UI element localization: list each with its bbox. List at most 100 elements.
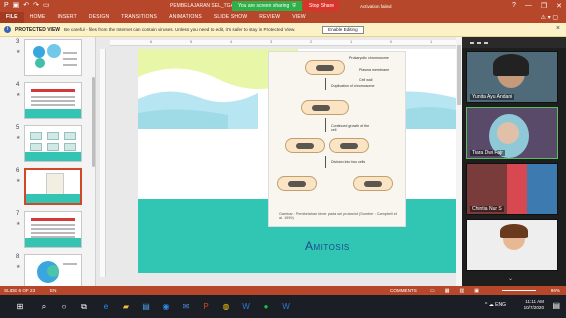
spotify-icon[interactable]: ●: [260, 301, 272, 312]
shield-icon: ⛨: [292, 3, 297, 9]
tab-transitions[interactable]: TRANSITIONS: [115, 12, 163, 23]
minimize-button[interactable]: —: [525, 2, 532, 10]
slide-title: Amitosis: [305, 239, 350, 253]
close-icon[interactable]: ×: [556, 25, 560, 32]
animation-star-icon: ★: [16, 49, 21, 55]
slide-edit-area: 654 321 01 Prokaryotic chromosome Plasma…: [96, 37, 462, 286]
redo-icon[interactable]: ↷: [33, 0, 39, 12]
slide-thumbnail-3[interactable]: 3 ★: [0, 37, 95, 79]
clock-date: 10/7/2020: [523, 305, 544, 310]
slide-number: 8: [16, 254, 20, 260]
label-duplication: Duplication of chromosome: [331, 84, 375, 88]
tab-design[interactable]: DESIGN: [83, 12, 115, 23]
animation-star-icon: ★: [16, 135, 21, 141]
protected-view-bar: i PROTECTED VIEW Be careful - files from…: [0, 23, 566, 37]
notification-icon[interactable]: ▤: [552, 301, 560, 310]
cortana-icon[interactable]: ○: [58, 301, 70, 312]
participant-name: Chintia Nur S: [470, 206, 504, 212]
layout-icon[interactable]: [470, 41, 474, 44]
close-button[interactable]: ✕: [556, 2, 562, 10]
activation-status: Activation failed: [360, 3, 392, 9]
ribbon-tabs: FILE HOME INSERT DESIGN TRANSITIONS ANIM…: [0, 12, 566, 23]
slide-thumbnail-image: [24, 39, 82, 76]
tab-insert[interactable]: INSERT: [51, 12, 82, 23]
restore-button[interactable]: ❐: [541, 2, 547, 10]
help-icon[interactable]: ?: [512, 2, 516, 10]
participant-name: Yunita Ayu Andani: [470, 94, 515, 100]
tab-animations[interactable]: ANIMATIONS: [163, 12, 208, 23]
task-view-icon[interactable]: ⧉: [78, 301, 90, 312]
thumbnails-scrollbar[interactable]: [92, 77, 95, 167]
chrome-icon[interactable]: ◍: [220, 301, 232, 312]
zoom-slider[interactable]: [502, 290, 536, 291]
chevron-down-icon[interactable]: ⌄: [508, 275, 513, 282]
tab-file[interactable]: FILE: [0, 12, 24, 23]
layout-icon[interactable]: [484, 41, 488, 44]
slide-thumbnail-image: [24, 82, 82, 119]
tab-slide-show[interactable]: SLIDE SHOW: [208, 12, 253, 23]
word-doc-icon[interactable]: W: [280, 301, 292, 312]
horizontal-ruler: 654 321 01: [110, 39, 460, 46]
zoom-panel-toolbar[interactable]: [462, 37, 566, 48]
tab-home[interactable]: HOME: [24, 12, 52, 23]
slide-thumbnail-image: [24, 125, 82, 162]
save-icon[interactable]: ▣: [13, 0, 20, 12]
slide-thumbnail-image: [24, 254, 82, 286]
clock[interactable]: 11:11 AM 10/7/2020: [524, 299, 544, 311]
word-icon[interactable]: W: [240, 301, 252, 312]
animation-star-icon: ★: [16, 92, 21, 98]
zoom-level[interactable]: 96%: [551, 288, 560, 293]
tab-review[interactable]: REVIEW: [253, 12, 286, 23]
participant-name: Tiara Dwi Fajr: [470, 150, 505, 156]
account-icon[interactable]: ⚠ ▾ ▢: [541, 14, 558, 21]
participant-tile[interactable]: [466, 219, 558, 271]
protected-view-title: PROTECTED VIEW: [15, 26, 61, 33]
slide-thumbnail-4[interactable]: 4 ★: [0, 80, 95, 122]
share-status-label: You are screen sharing: [238, 3, 290, 9]
slide-number: 3: [16, 39, 20, 45]
zoom-app-icon[interactable]: ◉: [160, 301, 172, 312]
layout-icon[interactable]: [477, 41, 481, 44]
binary-fission-diagram: Prokaryotic chromosome Plasma membrane C…: [268, 51, 406, 227]
share-status: You are screen sharing ⛨: [232, 1, 303, 11]
mail-icon[interactable]: ✉: [180, 301, 192, 312]
participant-tile[interactable]: Tiara Dwi Fajr: [466, 107, 558, 159]
slideshow-view-icon[interactable]: ▣: [474, 288, 479, 294]
shield-info-icon: i: [4, 26, 11, 33]
zoom-video-panel: Yunita Ayu Andani Tiara Dwi Fajr Chintia…: [462, 37, 566, 286]
store-icon[interactable]: ▤: [140, 301, 152, 312]
protected-view-message: Be careful - files from the Internet can…: [64, 27, 296, 32]
system-tray[interactable]: ^ ☁ ENG: [485, 302, 506, 308]
participant-tile[interactable]: Chintia Nur S: [466, 163, 558, 215]
search-icon[interactable]: ⌕: [38, 301, 50, 312]
edge-icon[interactable]: e: [100, 301, 112, 312]
label-growth: Continued growth of the cell: [331, 124, 370, 132]
stop-share-button[interactable]: Stop Share: [304, 1, 340, 11]
current-slide[interactable]: Prokaryotic chromosome Plasma membrane C…: [138, 49, 460, 273]
powerpoint-taskbar-icon[interactable]: P: [200, 301, 212, 312]
slide-thumbnail-6[interactable]: 6 ★: [0, 166, 95, 208]
screen-share-bar: You are screen sharing ⛨ Stop Share: [232, 1, 340, 11]
reading-view-icon[interactable]: ▥: [459, 288, 464, 294]
slide-thumbnails-panel: 3 ★ 4 ★ 5 ★ 6 ★ 7 ★ 8 ★: [0, 37, 96, 286]
slide-thumbnail-image: [24, 211, 82, 248]
slide-number: 6: [16, 168, 20, 174]
tab-view[interactable]: VIEW: [286, 12, 312, 23]
diagram-caption: Gambar : Pembelahan biner pada sel proka…: [279, 212, 397, 221]
file-explorer-icon[interactable]: ▰: [120, 301, 132, 312]
slide-sorter-icon[interactable]: ▦: [445, 288, 450, 294]
slide-thumbnail-7[interactable]: 7 ★: [0, 209, 95, 251]
windows-start-icon[interactable]: ⊞: [14, 301, 26, 312]
slide-number: 5: [16, 125, 20, 131]
title-bar: P ▣ ↶ ↷ ▭ PEMBELAJARAN SEL_TGA... You ar…: [0, 0, 566, 12]
participant-tile[interactable]: Yunita Ayu Andani: [466, 51, 558, 103]
normal-view-icon[interactable]: ▭: [430, 288, 435, 294]
slide-thumbnail-8[interactable]: 8 ★: [0, 252, 95, 286]
comments-button[interactable]: COMMENTS: [390, 288, 417, 293]
enable-editing-button[interactable]: Enable Editing: [322, 26, 364, 34]
undo-icon[interactable]: ↶: [23, 0, 29, 12]
animation-star-icon: ★: [16, 221, 21, 227]
slide-thumbnail-5[interactable]: 5 ★: [0, 123, 95, 165]
language-indicator[interactable]: EN: [50, 288, 56, 293]
start-slideshow-icon[interactable]: ▭: [43, 0, 50, 12]
